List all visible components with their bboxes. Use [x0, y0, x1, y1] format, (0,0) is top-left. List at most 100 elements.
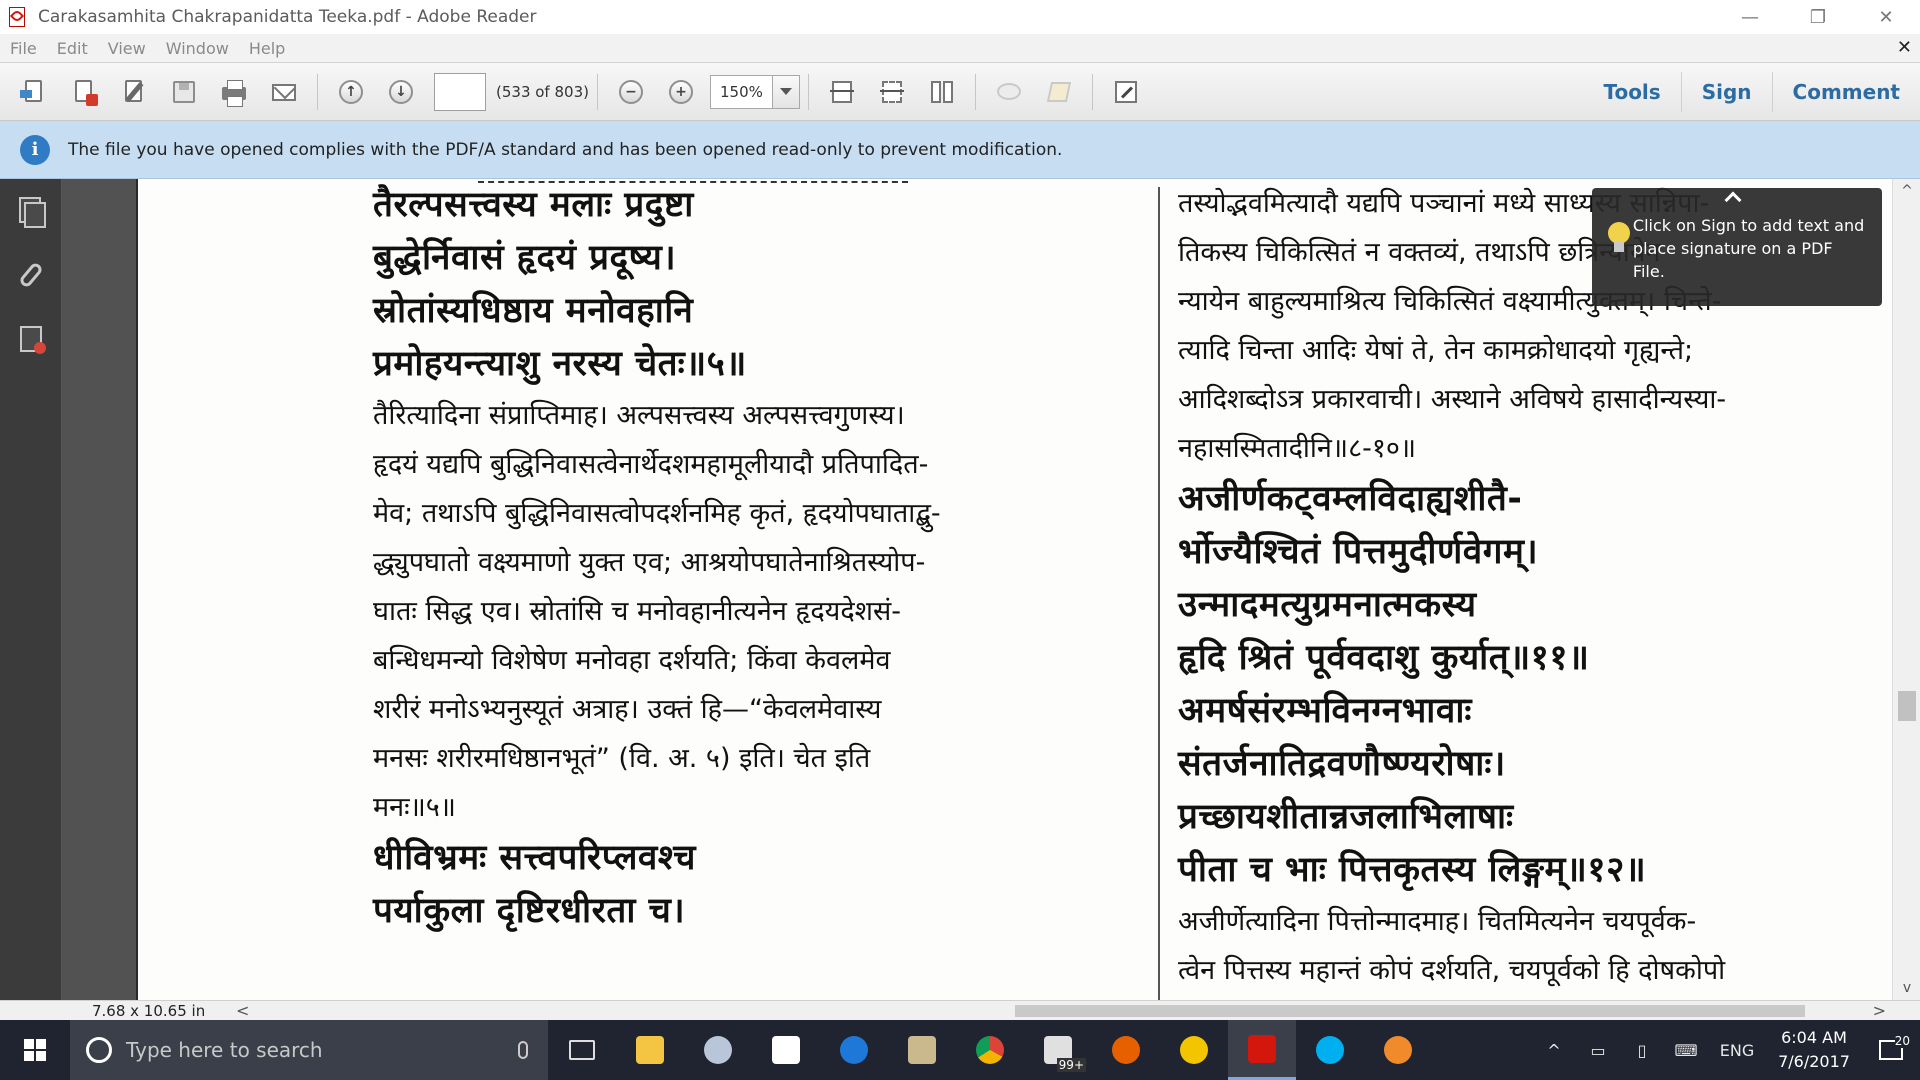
commentary-line: शरीरं मनोऽभ्यनुस्यूतं अत्राह। उक्तं हि—“… [373, 694, 882, 725]
menu-help[interactable]: Help [239, 39, 295, 58]
window-controls: — ❐ ✕ [1716, 0, 1920, 34]
verse-line: पीता च भाः पित्तकृतस्य लिङ्गम्॥१२॥ [1178, 850, 1647, 890]
pdfa-info-bar: i The file you have opened complies with… [0, 121, 1920, 179]
commentary-line: घातः सिद्ध एव। स्रोतांसि च मनोवहानीत्यने… [373, 596, 902, 627]
page-number-input[interactable] [434, 72, 486, 111]
acrobat-reader-taskbar-button[interactable] [1228, 1020, 1296, 1080]
store-bag-icon [772, 1036, 800, 1064]
edit-pdf-button[interactable] [112, 70, 156, 114]
notification-count: 20 [1894, 1034, 1910, 1048]
read-mode-button[interactable] [1104, 70, 1148, 114]
email-button[interactable] [262, 70, 306, 114]
highlight-button[interactable] [1037, 70, 1081, 114]
task-view-button[interactable] [548, 1020, 616, 1080]
skype-button[interactable] [1296, 1020, 1364, 1080]
store-badge-count: 99+ [1056, 1058, 1086, 1072]
zoom-dropdown[interactable] [771, 74, 800, 109]
scroll-up-arrow[interactable]: ^ [1893, 179, 1920, 203]
menu-view[interactable]: View [98, 39, 156, 58]
save-disk-icon [170, 78, 198, 106]
horizontal-scroll-thumb[interactable] [1015, 1005, 1805, 1017]
microphone-icon[interactable] [518, 1041, 528, 1059]
chrome-browser-button[interactable] [956, 1020, 1024, 1080]
sticky-note-button[interactable] [987, 70, 1031, 114]
file-explorer-button[interactable] [616, 1020, 684, 1080]
title-bar: Carakasamhita Chakrapanidatta Teeka.pdf … [0, 0, 1920, 34]
tab-comment[interactable]: Comment [1771, 72, 1920, 112]
minimize-button[interactable]: — [1716, 0, 1784, 34]
navigation-pane [0, 179, 62, 1020]
start-button[interactable] [0, 1020, 70, 1080]
toolbar-divider [807, 73, 809, 110]
toolbar-divider [974, 73, 976, 110]
attachments-button[interactable] [0, 243, 62, 307]
commentary-line: मेव; तथाऽपि बुद्धिनिवासत्वोपदर्शनमिह कृत… [373, 498, 941, 529]
signatures-button[interactable] [0, 307, 62, 371]
norton-app-button[interactable] [1160, 1020, 1228, 1080]
page-thumbnails-button[interactable] [0, 179, 62, 243]
keyboard-icon[interactable]: ⌨ [1664, 1041, 1708, 1060]
create-pdf-button[interactable] [62, 70, 106, 114]
zoom-in-button[interactable]: + [659, 70, 703, 114]
edge-browser-button[interactable] [820, 1020, 888, 1080]
verse-line: अमर्षसंरम्भविनग्नभावाः [1178, 691, 1472, 731]
two-page-icon [928, 78, 956, 106]
menu-edit[interactable]: Edit [47, 39, 98, 58]
clock-date: 7/6/2017 [1778, 1052, 1850, 1071]
clock[interactable]: 6:04 AM 7/6/2017 [1766, 1026, 1862, 1074]
chrome-icon [976, 1036, 1004, 1064]
action-center-button[interactable]: 20 [1862, 1034, 1920, 1060]
skype-icon [1316, 1036, 1344, 1064]
open-file-icon [20, 78, 48, 106]
verse-line: पर्याकुला दृष्टिरधीरता च। [373, 891, 686, 931]
minus-icon: − [617, 78, 645, 106]
network-icon[interactable]: ▭ [1576, 1041, 1620, 1060]
tab-sign[interactable]: Sign [1680, 72, 1772, 112]
zoom-out-button[interactable]: − [609, 70, 653, 114]
fit-width-button[interactable] [820, 70, 864, 114]
previous-page-button[interactable]: ↑ [329, 70, 373, 114]
paperclip-icon [18, 261, 44, 289]
page-size: 7.68 x 10.65 in [92, 1002, 206, 1020]
menu-file[interactable]: File [0, 39, 47, 58]
store-button[interactable] [752, 1020, 820, 1080]
paint-app-button[interactable] [684, 1020, 752, 1080]
verse-line: उन्मादमत्युग्रमनात्मकस्य [1178, 585, 1477, 625]
vertical-scroll-thumb[interactable] [1898, 691, 1916, 721]
firefox-browser-button[interactable] [1092, 1020, 1160, 1080]
zoom-value[interactable]: 150% [709, 74, 772, 109]
tab-tools[interactable]: Tools [1583, 72, 1680, 112]
open-button[interactable] [12, 70, 56, 114]
save-button[interactable] [162, 70, 206, 114]
taskbar-search[interactable]: Type here to search [70, 1020, 548, 1080]
next-page-button[interactable]: ↓ [379, 70, 423, 114]
fit-page-button[interactable] [870, 70, 914, 114]
mail-app-button[interactable]: 99+ [1024, 1020, 1092, 1080]
scroll-down-arrow[interactable]: v [1893, 976, 1920, 1000]
folder-icon [636, 1036, 664, 1064]
gear-app-button[interactable] [1364, 1020, 1432, 1080]
close-button[interactable]: ✕ [1852, 0, 1920, 34]
scroll-left-arrow[interactable]: < [236, 1001, 249, 1021]
menu-window[interactable]: Window [156, 39, 239, 58]
show-hidden-icons[interactable]: ^ [1532, 1041, 1576, 1060]
system-tray: ^ ▭ ▯ ⌨ ENG 6:04 AM 7/6/2017 20 [1532, 1020, 1920, 1080]
scroll-right-arrow[interactable]: > [1873, 1001, 1886, 1021]
fit-page-icon [878, 78, 906, 106]
zoom-select[interactable]: 150% [709, 74, 800, 109]
highlight-icon [1045, 78, 1073, 106]
close-document-button[interactable]: ✕ [1897, 37, 1912, 58]
chevron-up-icon[interactable] [1724, 191, 1742, 209]
print-button[interactable] [212, 70, 256, 114]
sign-tooltip: Click on Sign to add text and place sign… [1592, 188, 1882, 306]
vertical-scrollbar[interactable]: ^ v [1892, 179, 1920, 1000]
two-page-view-button[interactable] [920, 70, 964, 114]
paint-icon [704, 1036, 732, 1064]
language-indicator[interactable]: ENG [1708, 1041, 1766, 1060]
commentary-line: मनसः शरीरमधिष्ठानभूतं” (वि. अ. ५) इति। च… [373, 743, 871, 774]
battery-icon[interactable]: ▯ [1620, 1041, 1664, 1060]
verse-line: प्रच्छायशीतान्नजलाभिलाषाः [1178, 797, 1514, 837]
archive-app-button[interactable] [888, 1020, 956, 1080]
restore-button[interactable]: ❐ [1784, 0, 1852, 34]
commentary-line: द्ध्युपघातो वक्ष्यमाणो युक्त एव; आश्रयोप… [373, 547, 926, 578]
